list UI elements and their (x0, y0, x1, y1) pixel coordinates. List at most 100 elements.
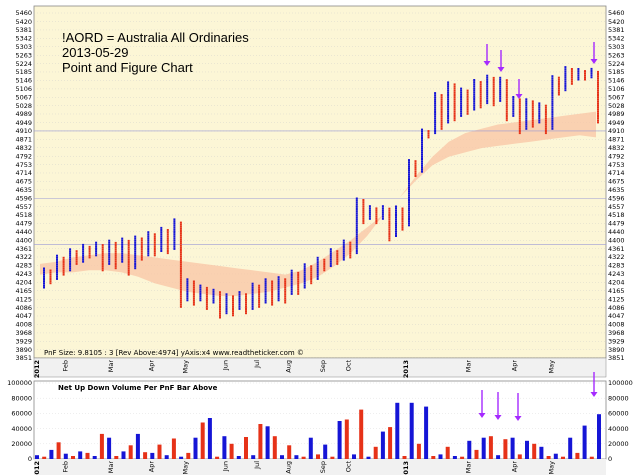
pnf-o-mark (531, 123, 534, 126)
pnf-o-mark (166, 243, 169, 246)
pnf-o-mark (362, 211, 365, 214)
pnf-o-mark (179, 278, 182, 281)
pnf-x-mark (238, 307, 241, 310)
pnf-x-mark (342, 258, 345, 261)
pnf-o-mark (192, 303, 195, 306)
pnf-x-mark (121, 260, 124, 263)
volume-y-tick-label-right: 20000 (608, 440, 629, 448)
pnf-x-mark (408, 171, 410, 174)
pnf-x-column (56, 254, 58, 280)
y-tick-label-left: 4675 (15, 178, 32, 186)
pnf-o-mark (336, 254, 339, 257)
pnf-o-mark (453, 87, 456, 90)
pnf-x-mark (134, 265, 137, 268)
pnf-x-mark (95, 241, 98, 244)
pnf-o-mark (388, 220, 391, 223)
pnf-o-mark (557, 87, 560, 90)
pnf-x-mark (408, 209, 410, 212)
pnf-x-mark (395, 211, 397, 214)
pnf-o-mark (349, 256, 352, 259)
volume-bar-red (99, 433, 104, 459)
pnf-o-mark (388, 226, 391, 229)
pnf-o-mark (114, 260, 117, 263)
pnf-x-mark (108, 248, 111, 251)
pnf-o-mark (284, 290, 287, 293)
pnf-x-mark (434, 108, 437, 111)
volume-x-tick-label: Mar (465, 461, 473, 474)
pnf-x-mark (212, 293, 215, 296)
volume-y-ticks-right: 100000 80000 60000 40000 20000 0 (608, 379, 633, 463)
pnf-x-mark (303, 286, 306, 289)
pnf-o-mark (179, 288, 182, 291)
pnf-x-mark (408, 163, 410, 166)
pnf-o-mark (205, 307, 208, 310)
pnf-x-mark (564, 82, 567, 85)
pnf-o-mark (505, 119, 508, 122)
volume-x-tick-label: Jul (253, 461, 261, 470)
pnf-x-mark (512, 102, 515, 105)
pnf-o-mark (166, 241, 169, 244)
pnf-x-mark (395, 232, 397, 235)
pnf-x-mark (577, 68, 580, 70)
pnf-o-mark (232, 297, 234, 300)
pnf-o-mark (414, 175, 417, 177)
pnf-o-mark (271, 297, 274, 300)
pnf-x-mark (264, 280, 267, 283)
pnf-x-mark (381, 205, 384, 208)
pnf-o-mark (505, 108, 508, 111)
pnf-o-mark (492, 76, 495, 79)
volume-bar-red (157, 444, 162, 459)
pnf-x-mark (551, 115, 554, 118)
pnf-o-column (531, 100, 534, 128)
y-tick-label-right: 4283 (608, 262, 625, 270)
pnf-x-mark (173, 241, 176, 244)
pnf-x-mark (82, 248, 85, 251)
pnf-o-mark (153, 248, 156, 250)
pnf-x-mark (251, 289, 254, 291)
pnf-o-mark (375, 222, 378, 225)
pnf-o-mark (544, 117, 547, 120)
volume-bar-red (42, 456, 47, 459)
pnf-o-mark (179, 230, 182, 232)
pnf-x-mark (69, 256, 72, 259)
pnf-x-mark (186, 290, 189, 293)
pnf-x-mark (460, 102, 463, 105)
pnf-x-mark (147, 235, 150, 238)
y-tick-label-left: 4596 (15, 194, 32, 202)
pnf-o-mark (440, 104, 443, 107)
volume-x-tick-label: 2012 (33, 461, 41, 475)
pnf-o-mark (62, 258, 65, 261)
volume-bar-red (287, 445, 292, 459)
pnf-o-mark (505, 98, 508, 101)
pnf-x-mark (551, 117, 554, 120)
pnf-o-mark (205, 286, 208, 289)
pnf-x-mark (499, 78, 502, 81)
y-tick-label-left: 4361 (15, 245, 32, 253)
volume-x-tick-label: Oct (345, 461, 353, 473)
y-tick-label-right: 4400 (608, 236, 625, 244)
volume-y-tick-label-left: 40000 (11, 425, 32, 433)
pnf-x-mark (486, 91, 489, 94)
pnf-x-mark (56, 258, 58, 261)
pnf-x-mark (512, 108, 515, 111)
pnf-o-mark (570, 76, 573, 79)
pnf-x-mark (329, 258, 332, 261)
volume-bar-blue (150, 452, 155, 459)
pnf-o-mark (179, 255, 182, 258)
pnf-x-mark (212, 299, 215, 302)
pnf-x-mark (525, 102, 528, 105)
pnf-o-mark (440, 111, 443, 113)
y-tick-label-left: 4322 (15, 253, 32, 261)
pnf-o-mark (492, 81, 495, 84)
pnf-x-column (590, 67, 593, 79)
pnf-x-mark (264, 301, 267, 304)
pnf-o-mark (179, 291, 182, 293)
pnf-x-mark (290, 276, 293, 279)
pnf-o-column (479, 81, 482, 109)
volume-bar-red (488, 436, 493, 459)
y-tick-label-left: 5263 (15, 51, 32, 59)
pnf-o-mark (544, 108, 547, 111)
pnf-x-mark (447, 94, 450, 96)
volume-bar-blue (135, 433, 140, 459)
pnf-x-mark (173, 237, 176, 240)
